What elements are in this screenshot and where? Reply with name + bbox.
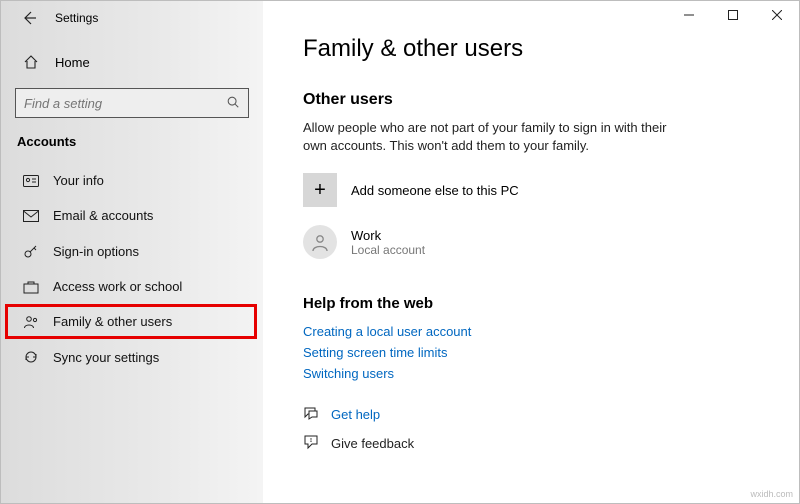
search-input[interactable]: [24, 96, 226, 111]
help-links: Creating a local user account Setting sc…: [303, 324, 777, 381]
feedback-icon: [303, 434, 319, 453]
main-content: Family & other users Other users Allow p…: [263, 1, 799, 503]
other-users-description: Allow people who are not part of your fa…: [303, 119, 693, 155]
help-heading: Help from the web: [303, 295, 777, 312]
window-title: Settings: [55, 11, 98, 25]
get-help-row[interactable]: Get help: [303, 405, 777, 424]
sidebar-item-label: Sign-in options: [53, 244, 139, 259]
window-controls: [667, 1, 799, 29]
home-icon: [23, 54, 39, 70]
sidebar-item-label: Email & accounts: [53, 208, 153, 223]
chat-icon: [303, 405, 319, 424]
avatar-icon: [303, 225, 337, 259]
sidebar-item-label: Access work or school: [53, 279, 182, 294]
sidebar-item-label: Sync your settings: [53, 350, 159, 365]
briefcase-icon: [23, 280, 39, 294]
mail-icon: [23, 210, 39, 222]
sidebar-item-label: Family & other users: [53, 314, 172, 329]
help-link[interactable]: Setting screen time limits: [303, 345, 777, 360]
give-feedback-link: Give feedback: [331, 436, 414, 451]
page-title: Family & other users: [303, 35, 777, 63]
sidebar-item-email-accounts[interactable]: Email & accounts: [1, 198, 263, 233]
help-link[interactable]: Switching users: [303, 366, 777, 381]
sidebar: Settings Home Accounts Your info E: [1, 1, 263, 503]
sidebar-home[interactable]: Home: [1, 46, 263, 78]
footer-links: Get help Give feedback: [303, 405, 777, 453]
other-users-heading: Other users: [303, 91, 777, 109]
sidebar-item-family-other-users[interactable]: Family & other users: [5, 304, 257, 339]
search-icon: [226, 95, 240, 112]
user-subtitle: Local account: [351, 243, 425, 257]
add-user-button[interactable]: + Add someone else to this PC: [303, 173, 777, 207]
sidebar-group-header: Accounts: [1, 132, 263, 163]
sidebar-home-label: Home: [55, 55, 90, 70]
minimize-button[interactable]: [667, 1, 711, 29]
sidebar-item-access-work-school[interactable]: Access work or school: [1, 269, 263, 304]
sidebar-item-label: Your info: [53, 173, 104, 188]
give-feedback-row[interactable]: Give feedback: [303, 434, 777, 453]
watermark: wxidh.com: [750, 489, 793, 499]
badge-icon: [23, 174, 39, 188]
get-help-link: Get help: [331, 407, 380, 422]
sidebar-item-sync-settings[interactable]: Sync your settings: [1, 339, 263, 375]
key-icon: [23, 243, 39, 259]
maximize-button[interactable]: [711, 1, 755, 29]
plus-icon: +: [303, 173, 337, 207]
search-box[interactable]: [15, 88, 249, 118]
add-user-label: Add someone else to this PC: [351, 183, 519, 198]
sidebar-item-signin-options[interactable]: Sign-in options: [1, 233, 263, 269]
close-button[interactable]: [755, 1, 799, 29]
user-name: Work: [351, 228, 425, 243]
window-topbar: Settings: [1, 1, 263, 34]
sync-icon: [23, 349, 39, 365]
help-link[interactable]: Creating a local user account: [303, 324, 777, 339]
sidebar-item-your-info[interactable]: Your info: [1, 163, 263, 198]
back-icon[interactable]: [21, 10, 37, 26]
people-icon: [23, 315, 39, 329]
user-entry[interactable]: Work Local account: [303, 225, 777, 259]
